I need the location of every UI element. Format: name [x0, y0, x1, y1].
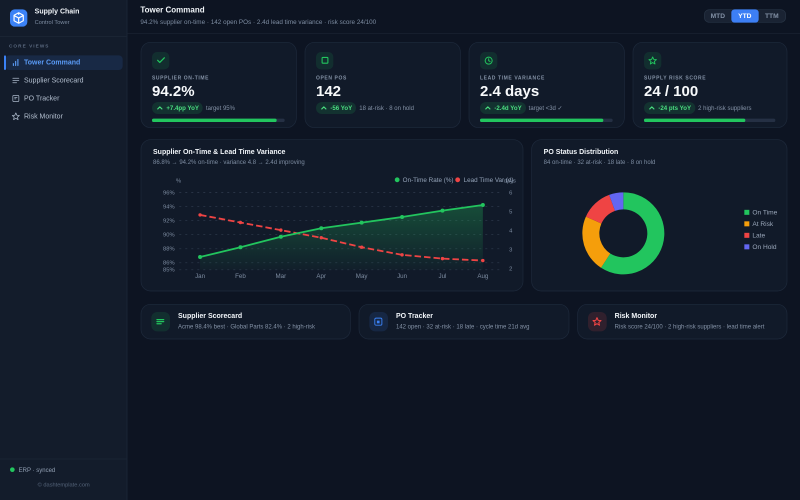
svg-text:90%: 90% [163, 232, 175, 238]
svg-text:Feb: Feb [235, 273, 246, 280]
svg-text:Late: Late [752, 232, 765, 239]
svg-text:Jan: Jan [195, 273, 206, 280]
svg-text:85%: 85% [163, 267, 175, 273]
svg-text:92%: 92% [163, 218, 175, 224]
svg-text:On-Time Rate (%): On-Time Rate (%) [402, 177, 453, 184]
svg-text:94%: 94% [163, 204, 175, 210]
svg-text:6: 6 [509, 190, 512, 196]
svg-text:Lead Time Var (d): Lead Time Var (d) [463, 177, 513, 184]
svg-text:Jul: Jul [438, 273, 446, 280]
svg-text:%: % [176, 178, 181, 184]
svg-text:5: 5 [509, 209, 512, 215]
svg-text:May: May [355, 273, 368, 280]
svg-text:4: 4 [509, 228, 513, 234]
svg-text:96%: 96% [163, 190, 175, 196]
svg-text:86%: 86% [163, 260, 175, 266]
svg-text:Aug: Aug [477, 273, 489, 280]
svg-text:Mar: Mar [275, 273, 286, 280]
svg-text:3: 3 [509, 247, 512, 253]
svg-text:2: 2 [509, 266, 512, 272]
svg-text:Apr: Apr [316, 273, 326, 280]
svg-text:On Hold: On Hold [752, 244, 777, 251]
svg-text:At Risk: At Risk [752, 221, 774, 228]
svg-text:88%: 88% [163, 246, 175, 252]
svg-text:On Time: On Time [752, 209, 777, 216]
svg-text:Jun: Jun [397, 273, 408, 280]
